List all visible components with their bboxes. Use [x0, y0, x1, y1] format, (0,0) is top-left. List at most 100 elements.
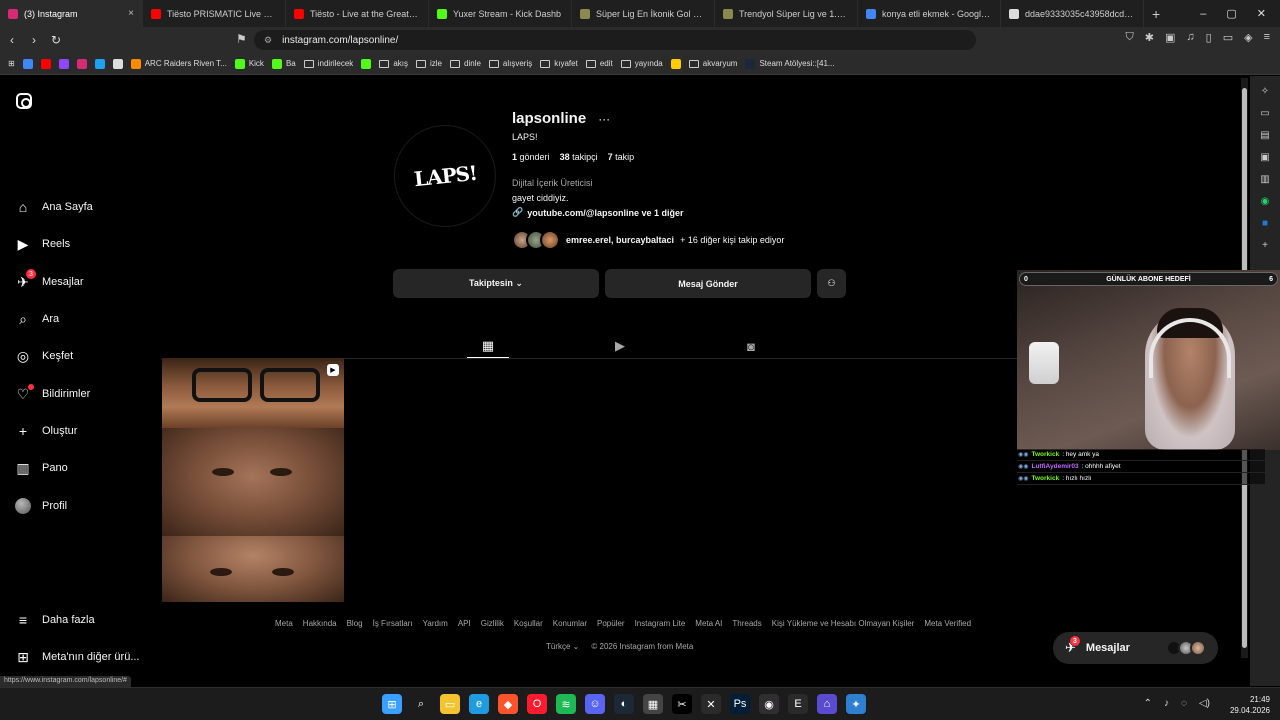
minimize-button[interactable]: – — [1200, 8, 1206, 20]
browser-tab[interactable]: konya etli ekmek - Google'da — [858, 0, 1001, 27]
browser-tab[interactable]: Trendyol Süper Lig ve 1.Lig 25 — [715, 0, 858, 27]
footer-link[interactable]: Threads — [732, 619, 761, 628]
bookmark-item[interactable]: edit — [585, 59, 613, 68]
bookmark-item[interactable]: Ba — [271, 58, 296, 69]
footer-link[interactable]: Meta — [275, 619, 293, 628]
reload-icon[interactable]: ↻ — [46, 33, 66, 47]
network-icon[interactable]: ◌ — [1181, 698, 1187, 709]
sidebar-item-ana-sayfa[interactable]: ⌂ Ana Sayfa — [14, 198, 93, 216]
add-panel-icon[interactable]: + — [1262, 240, 1268, 251]
discord-icon[interactable]: ☺ — [585, 694, 605, 714]
bookmark-icon[interactable]: ⚑ — [236, 32, 247, 46]
sidebar-item-bildirimler[interactable]: ♡ Bildirimler — [14, 384, 90, 403]
browser-tab[interactable]: (3) Instagram × — [0, 0, 143, 27]
browser-tab[interactable]: Tiësto - Live at the Great Pyran — [286, 0, 429, 27]
explorer-icon[interactable]: ▭ — [440, 694, 460, 714]
wallet-icon[interactable]: ▭ — [1223, 31, 1233, 44]
footer-link[interactable]: İş Fırsatları — [373, 619, 413, 628]
vpn-icon[interactable]: ◈ — [1244, 31, 1252, 44]
address-bar[interactable]: ⚙ instagram.com/lapsonline/ — [254, 30, 976, 50]
footer-link[interactable]: Popüler — [597, 619, 625, 628]
footer-link[interactable]: Yardım — [423, 619, 448, 628]
brave-icon[interactable]: ◆ — [498, 694, 518, 714]
footer-link[interactable]: Blog — [347, 619, 363, 628]
bookmark-item[interactable]: indirilecek — [303, 59, 353, 68]
bookmark-item[interactable]: kıyafet — [540, 59, 578, 68]
post-thumbnail[interactable]: ▶ — [162, 358, 344, 602]
opera-icon[interactable]: O — [527, 694, 547, 714]
footer-link[interactable]: Instagram Lite — [635, 619, 686, 628]
tab-posts[interactable]: ▦ — [467, 334, 509, 358]
shield-icon[interactable]: ⛉ — [1126, 31, 1134, 44]
maximize-button[interactable]: ▢ — [1226, 7, 1236, 20]
footer-link[interactable]: Konumlar — [553, 619, 587, 628]
tab-reels[interactable]: ▶ — [599, 334, 641, 358]
footer-link[interactable]: Meta AI — [695, 619, 722, 628]
clock[interactable]: 21:49 29.04.2026 — [1230, 694, 1270, 716]
followers-stat[interactable]: 38 takipçi — [560, 152, 598, 162]
profile-link[interactable]: 🔗 youtube.com/@lapsonline ve 1 diğer — [512, 207, 684, 218]
sidebar-item-keşfet[interactable]: ◎ Keşfet — [14, 347, 73, 365]
spotify-icon[interactable]: ≋ — [556, 694, 576, 714]
footer-link[interactable]: Koşullar — [514, 619, 543, 628]
bookmark-item[interactable] — [94, 58, 105, 69]
menu-icon[interactable]: ≡ — [1264, 31, 1270, 44]
browser-tab[interactable]: Tiësto PRISMATIC Live Mexico — [143, 0, 286, 27]
music-icon[interactable]: ♫ — [1186, 31, 1194, 44]
instagram-logo-icon[interactable] — [16, 93, 32, 109]
bookmark-item[interactable]: akvaryum — [688, 59, 737, 68]
outlook-icon[interactable]: ■ — [1262, 218, 1268, 229]
footer-link[interactable]: Meta Verified — [924, 619, 971, 628]
following-button[interactable]: Takiptesin ⌄ — [393, 269, 599, 298]
new-tab-button[interactable]: + — [1144, 6, 1168, 22]
sidebar-item-profil[interactable]: Profil — [14, 497, 67, 515]
forward-icon[interactable]: › — [24, 33, 44, 47]
sidebar-item-meta[interactable]: ⊞ Meta'nın diğer ürü... — [14, 648, 139, 666]
screenshot-icon[interactable]: ▣ — [1165, 31, 1175, 44]
sidebar-item-pano[interactable]: ▥ Pano — [14, 459, 67, 477]
app-a-icon[interactable]: ⌂ — [817, 694, 837, 714]
bookmark-item[interactable] — [22, 58, 33, 69]
bookmark-item[interactable]: alışveriş — [488, 59, 532, 68]
apps-icon[interactable]: ⊞ — [8, 59, 15, 68]
bookmark-item[interactable]: ARC Raiders Riven T... — [130, 58, 227, 69]
close-tab-icon[interactable]: × — [128, 8, 134, 19]
bookmark-item[interactable]: Kick — [234, 58, 264, 69]
search-icon[interactable]: ⌕ — [411, 694, 431, 714]
sidebar-item-oluştur[interactable]: + Oluştur — [14, 422, 78, 440]
bookmark-item[interactable] — [40, 58, 51, 69]
photoshop-icon[interactable]: Ps — [730, 694, 750, 714]
bookmark-item[interactable] — [58, 58, 69, 69]
browser-tab[interactable]: Süper Lig En İkonik Gol Sevinç — [572, 0, 715, 27]
profile-avatar[interactable]: LAPS! — [395, 126, 495, 226]
browser-tab[interactable]: Yuxer Stream - Kick Dashb — [429, 0, 572, 27]
suggested-users-button[interactable]: ⚇ — [817, 269, 846, 298]
footer-link[interactable]: Gizlilik — [481, 619, 504, 628]
bookmark-item[interactable]: izle — [415, 59, 442, 68]
xsplit-icon[interactable]: ✕ — [701, 694, 721, 714]
reader-icon[interactable]: ▥ — [1260, 174, 1269, 185]
more-options-icon[interactable]: ··· — [598, 112, 610, 126]
sidebar-item-more[interactable]: ≡ Daha fazla — [14, 611, 95, 629]
calculator-icon[interactable]: ▦ — [643, 694, 663, 714]
reading-list-icon[interactable]: ▭ — [1260, 108, 1269, 119]
sidebar-item-ara[interactable]: ⌕ Ara — [14, 310, 59, 328]
tray-overflow-icon[interactable]: ⌃ — [1144, 698, 1152, 709]
bookmark-item[interactable] — [670, 58, 681, 69]
bookmarks-panel-icon[interactable]: ▤ — [1260, 130, 1269, 141]
bookmark-item[interactable] — [112, 58, 123, 69]
send-message-button[interactable]: Mesaj Gönder — [605, 269, 811, 298]
sidebar-item-mesajlar[interactable]: ✈ 3 Mesajlar — [14, 269, 84, 291]
footer-link[interactable]: Kişi Yükleme ve Hesabı Olmayan Kişiler — [772, 619, 915, 628]
whatsapp-icon[interactable]: ◉ — [1261, 196, 1270, 207]
start-icon[interactable]: ⊞ — [382, 694, 402, 714]
footer-link[interactable]: API — [458, 619, 471, 628]
close-window-button[interactable]: ✕ — [1257, 7, 1266, 20]
sidebar-item-reels[interactable]: ▶ Reels — [14, 235, 71, 253]
bookmark-item[interactable]: akış — [379, 59, 408, 68]
bookmark-item[interactable] — [361, 58, 372, 69]
leo-ai-icon[interactable]: ✧ — [1261, 86, 1269, 97]
app-b-icon[interactable]: ✦ — [846, 694, 866, 714]
bookmark-item[interactable]: dinle — [450, 59, 481, 68]
tab-tagged[interactable]: ◙ — [730, 334, 772, 358]
